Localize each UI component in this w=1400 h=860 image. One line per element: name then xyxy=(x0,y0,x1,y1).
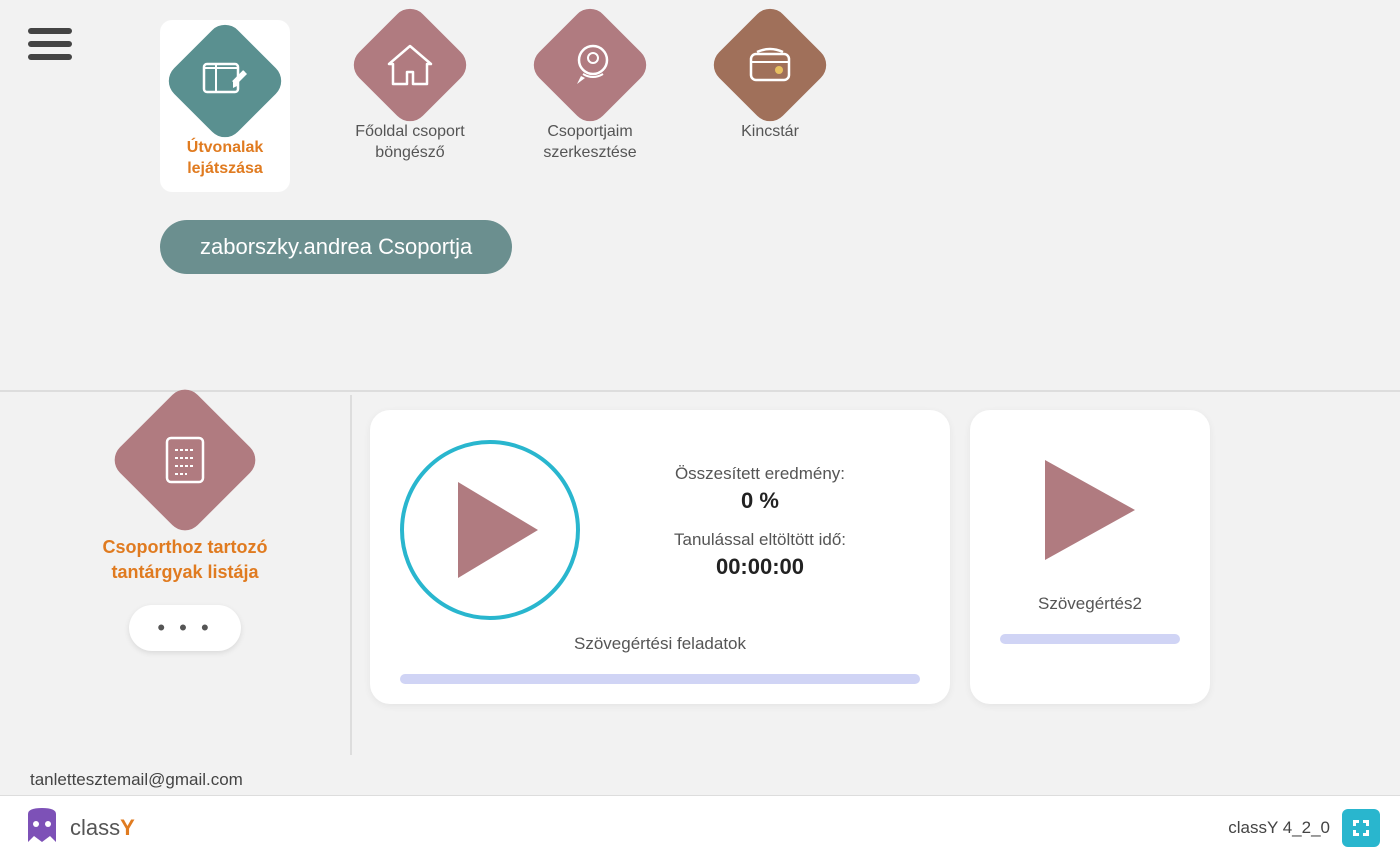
nav-item-utvonalak[interactable]: Útvonalak lejátszása xyxy=(160,20,290,192)
play-triangle-icon-2[interactable] xyxy=(1045,460,1135,560)
footer-right: classY 4_2_0 xyxy=(1228,809,1380,847)
play-button-1[interactable] xyxy=(400,440,580,620)
card-szovegertes2: Szövegértés2 xyxy=(970,410,1210,704)
card-inner: Összesített eredmény: 0 % Tanulással elt… xyxy=(400,440,920,620)
card1-title: Szövegértési feladatok xyxy=(574,634,746,654)
more-options-button[interactable]: • • • xyxy=(129,605,240,651)
card2-title: Szövegértés2 xyxy=(1038,594,1142,614)
kincslar-icon xyxy=(706,1,833,128)
nav-label-fooldal: Főoldal csoport böngésző xyxy=(355,122,464,164)
classy-logo-icon xyxy=(20,806,64,850)
stat1-value: 0 % xyxy=(600,488,920,514)
subjects-list-icon xyxy=(107,382,263,538)
top-navigation: Útvonalak lejátszása Főoldal csoport bön… xyxy=(160,20,830,192)
nav-label-kincslar: Kincstár xyxy=(741,122,799,143)
group-pill: zaborszky.andrea Csoportja xyxy=(160,220,512,274)
play-triangle-icon-1 xyxy=(458,482,538,578)
nav-item-csoportjaim[interactable]: Csoportjaim szerkesztése xyxy=(530,20,650,164)
hamburger-line-3 xyxy=(28,54,72,60)
nav-label-utvonalak: Útvonalak lejátszása xyxy=(187,138,263,180)
expand-button[interactable] xyxy=(1342,809,1380,847)
footer: classY classY 4_2_0 xyxy=(0,795,1400,860)
footer-version: classY 4_2_0 xyxy=(1228,818,1330,838)
vertical-divider xyxy=(350,395,352,755)
horizontal-divider xyxy=(0,390,1400,392)
bottom-left-panel: Csoporthoz tartozó tantárgyak listája • … xyxy=(30,405,340,651)
subjects-list-label: Csoporthoz tartozó tantárgyak listája xyxy=(103,535,268,585)
csoportjaim-icon xyxy=(526,1,653,128)
hamburger-line-1 xyxy=(28,28,72,34)
utvonalak-icon xyxy=(161,17,288,144)
card-stats-1: Összesített eredmény: 0 % Tanulással elt… xyxy=(600,464,920,596)
stat2-value: 00:00:00 xyxy=(600,554,920,580)
card-szovegertes1: Összesített eredmény: 0 % Tanulással elt… xyxy=(370,410,950,704)
stat1-label: Összesített eredmény: xyxy=(600,464,920,484)
nav-label-csoportjaim: Csoportjaim szerkesztése xyxy=(543,122,636,164)
hamburger-menu[interactable] xyxy=(28,28,72,60)
expand-icon xyxy=(1351,818,1371,838)
nav-item-fooldal[interactable]: Főoldal csoport böngésző xyxy=(350,20,470,164)
email-label: tanlettesztemail@gmail.com xyxy=(30,770,243,790)
progress-bar-wrap-2 xyxy=(1000,634,1180,644)
stat2-label: Tanulással eltöltött idő: xyxy=(600,530,920,550)
progress-bar-wrap-1 xyxy=(400,674,920,684)
nav-item-kincslar[interactable]: Kincstár xyxy=(710,20,830,143)
fooldal-icon xyxy=(346,1,473,128)
footer-logo-text: classY xyxy=(70,815,135,841)
hamburger-line-2 xyxy=(28,41,72,47)
cards-area: Összesített eredmény: 0 % Tanulással elt… xyxy=(370,410,1380,704)
footer-logo: classY xyxy=(20,806,135,850)
